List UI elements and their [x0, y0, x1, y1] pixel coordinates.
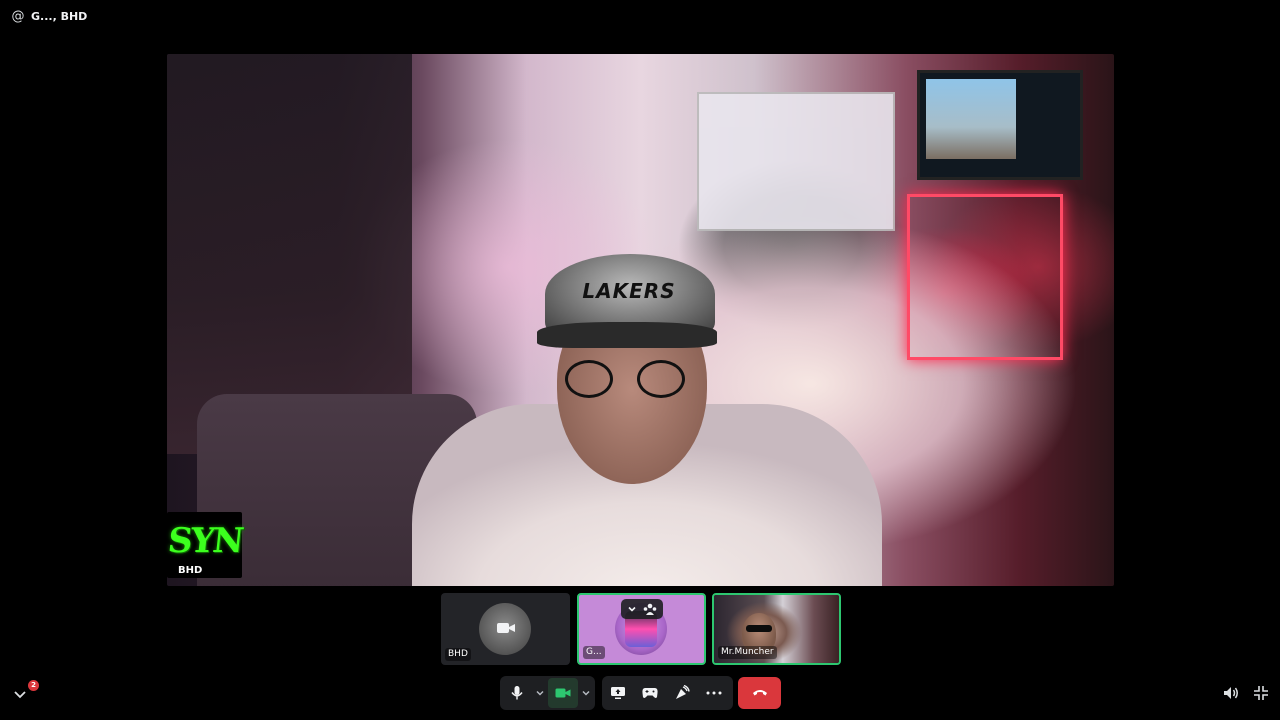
screen-share-button[interactable]	[602, 678, 634, 708]
tile-label-g: G...	[583, 646, 605, 659]
participant-tile-bhd[interactable]: BHD	[441, 593, 570, 665]
more-options-button[interactable]	[698, 678, 730, 708]
video-sunglasses	[746, 625, 772, 632]
participant-tile-mr-muncher[interactable]: Mr.Muncher	[712, 593, 841, 665]
tile-label-bhd: BHD	[445, 648, 471, 661]
call-title[interactable]: G..., BHD	[31, 10, 87, 23]
chevron-down-icon[interactable]	[12, 686, 28, 702]
camera-icon	[555, 688, 571, 698]
more-icon	[706, 691, 722, 695]
exit-fullscreen-icon[interactable]	[1252, 684, 1270, 702]
call-header: @ G..., BHD	[0, 0, 1280, 32]
activity-button[interactable]	[634, 678, 666, 708]
chevron-down-icon	[582, 690, 590, 696]
media-controls	[500, 676, 595, 710]
camera-off-icon	[497, 623, 515, 633]
video-glasses	[565, 360, 695, 400]
soundboard-button[interactable]	[666, 678, 698, 708]
microphone-icon	[511, 686, 523, 700]
tile-hover-actions	[621, 599, 663, 619]
cap-logo: LAKERS	[582, 279, 676, 303]
chevron-down-icon[interactable]	[627, 604, 637, 614]
call-window: @ G..., BHD LAKERS SYN BHD BHD G... Mr.M…	[0, 0, 1280, 720]
video-whiteboard	[697, 92, 895, 231]
end-call-button[interactable]	[738, 677, 781, 709]
participant-tile-g[interactable]: G...	[577, 593, 706, 665]
screen-share-icon	[611, 687, 625, 699]
notification-badge: 2	[28, 680, 39, 691]
chevron-down-icon	[536, 690, 544, 696]
camera-options-button[interactable]	[578, 678, 594, 708]
soundboard-icon	[676, 685, 690, 699]
video-tv	[917, 70, 1083, 180]
camera-button[interactable]	[548, 678, 578, 708]
video-cap-brim	[537, 322, 717, 348]
action-controls	[602, 676, 733, 710]
main-stream-name: BHD	[178, 565, 203, 576]
volume-icon[interactable]	[1222, 684, 1240, 702]
at-icon: @	[11, 8, 25, 24]
end-call-icon	[752, 690, 767, 696]
gamepad-icon	[642, 688, 658, 698]
microphone-button[interactable]	[502, 678, 532, 708]
syn-logo-text: SYN	[165, 521, 244, 561]
main-video-stream[interactable]: LAKERS	[167, 54, 1114, 586]
microphone-options-button[interactable]	[532, 678, 548, 708]
tile-label-mr-muncher: Mr.Muncher	[718, 646, 777, 659]
video-neon-frame	[907, 194, 1063, 360]
add-people-icon[interactable]	[643, 603, 657, 615]
